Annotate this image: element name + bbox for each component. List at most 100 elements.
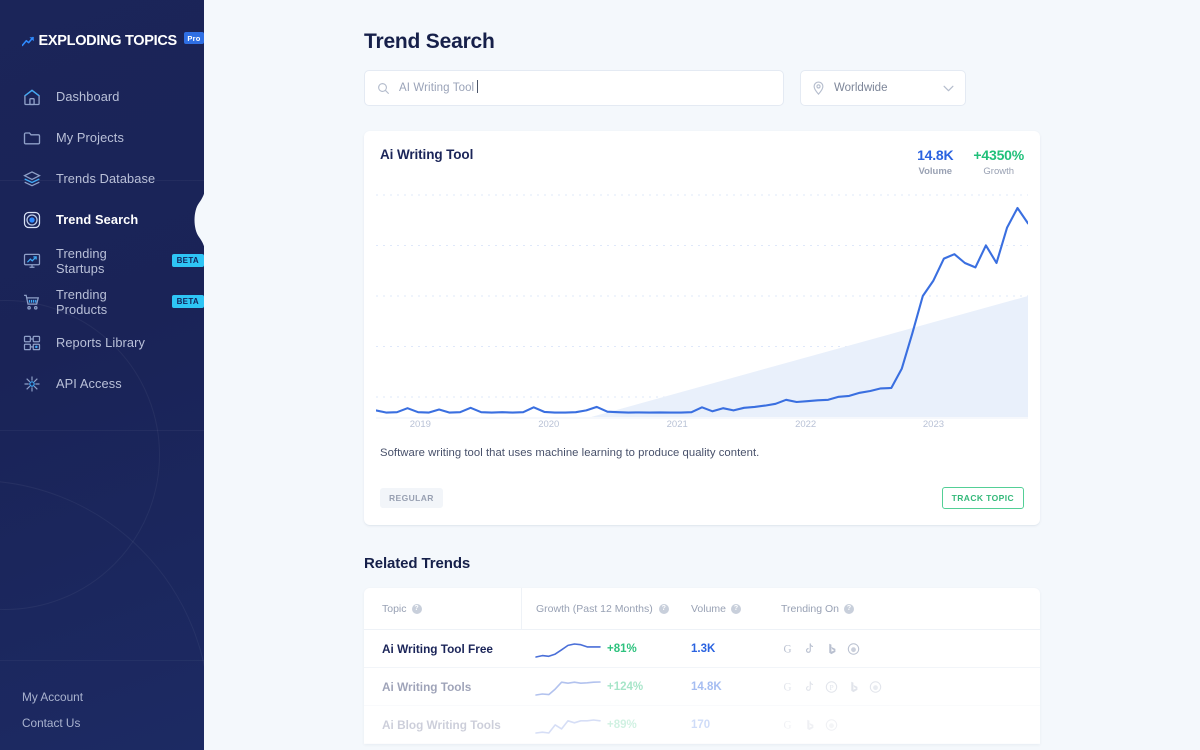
row-growth-value: +124% bbox=[607, 680, 644, 693]
beta-badge: BETA bbox=[171, 254, 204, 267]
help-icon[interactable]: ? bbox=[843, 603, 854, 614]
table-body: Ai Writing Tool Free +81% 1.3K G Ai Writing … bbox=[364, 630, 1040, 744]
brand-name: EXPLODING TOPICS bbox=[38, 33, 178, 49]
related-trends-title: Related Trends bbox=[364, 555, 471, 572]
column-header-growth[interactable]: Growth (Past 12 Months) ? bbox=[521, 588, 691, 630]
column-header-volume[interactable]: Volume ? bbox=[691, 603, 781, 615]
google-icon: G bbox=[783, 719, 791, 731]
row-platforms: G bbox=[781, 642, 1040, 656]
row-volume-value: 170 bbox=[691, 718, 711, 731]
sidebar-nav: Dashboard My Projects Trends Database Tr… bbox=[0, 76, 204, 404]
help-icon[interactable]: ? bbox=[658, 603, 669, 614]
status-badge: REGULAR bbox=[380, 488, 443, 508]
trend-arrow-icon bbox=[22, 36, 34, 46]
google-icon: G bbox=[783, 643, 791, 655]
x-tick-label: 2020 bbox=[538, 419, 560, 430]
map-pin-icon bbox=[813, 81, 824, 95]
svg-text:P: P bbox=[829, 683, 833, 692]
row-volume-value: 14.8K bbox=[691, 680, 722, 693]
svg-text:G: G bbox=[783, 681, 791, 693]
row-topic[interactable]: Ai Writing Tools bbox=[364, 680, 521, 694]
svg-text:G: G bbox=[783, 643, 791, 655]
reddit-icon bbox=[825, 718, 838, 731]
row-growth-cell: +124% bbox=[521, 676, 691, 698]
sparkline bbox=[535, 718, 601, 734]
sidebar-item-label: Reports Library bbox=[56, 335, 145, 350]
related-trends-table: Topic ? Growth (Past 12 Months) ? Volume… bbox=[364, 588, 1040, 744]
volume-stat: 14.8K Volume bbox=[917, 147, 954, 177]
track-topic-button[interactable]: TRACK TOPIC bbox=[941, 487, 1024, 509]
sidebar-item-label: Trend Search bbox=[56, 212, 139, 227]
reddit-icon bbox=[847, 642, 860, 655]
table-row[interactable]: Ai Writing Tool Free +81% 1.3K G bbox=[364, 630, 1040, 668]
sidebar-item-my-projects[interactable]: My Projects bbox=[0, 117, 204, 158]
main-content: Trend Search AI Writing Tool Worldwide A… bbox=[204, 0, 1200, 750]
x-tick-label: 2022 bbox=[795, 419, 817, 430]
projection-wedge bbox=[591, 296, 1028, 417]
tiktok-icon bbox=[805, 642, 814, 653]
column-label: Growth (Past 12 Months) bbox=[536, 602, 653, 615]
row-platforms: GP bbox=[781, 680, 1040, 694]
sidebar-item-api-access[interactable]: API Access bbox=[0, 363, 204, 404]
column-header-topic[interactable]: Topic ? bbox=[364, 603, 521, 615]
app-root: EXPLODING TOPICS Pro Dashboard My Projec… bbox=[0, 0, 1200, 750]
layers-icon bbox=[23, 170, 41, 186]
search-input[interactable]: AI Writing Tool bbox=[364, 70, 784, 106]
help-icon[interactable]: ? bbox=[411, 603, 422, 614]
trend-card-header: Ai Writing Tool 14.8K Volume +4350% Grow… bbox=[364, 131, 1040, 177]
sidebar-item-trending-products[interactable]: Trending Products BETA bbox=[0, 281, 204, 322]
sidebar-item-label: Trends Database bbox=[56, 171, 156, 186]
trend-description: Software writing tool that uses machine … bbox=[380, 447, 760, 459]
search-input-value: AI Writing Tool bbox=[399, 80, 479, 94]
trend-card: Ai Writing Tool 14.8K Volume +4350% Grow… bbox=[364, 131, 1040, 525]
sidebar-item-trending-startups[interactable]: Trending Startups BETA bbox=[0, 240, 204, 281]
trend-card-stats: 14.8K Volume +4350% Growth bbox=[917, 147, 1024, 177]
row-topic[interactable]: Ai Writing Tool Free bbox=[364, 642, 521, 656]
sidebar-item-label: API Access bbox=[56, 376, 122, 391]
sidebar-item-trend-search[interactable]: Trend Search bbox=[0, 193, 204, 247]
sidebar-link-my-account[interactable]: My Account bbox=[0, 684, 204, 710]
brand-logo[interactable]: EXPLODING TOPICS Pro bbox=[0, 0, 204, 58]
search-row: AI Writing Tool Worldwide bbox=[364, 70, 966, 106]
sidebar-item-label: Trending Startups bbox=[56, 245, 107, 276]
svg-text:G: G bbox=[783, 719, 791, 731]
sidebar-link-contact-us[interactable]: Contact Us bbox=[0, 710, 204, 736]
column-label: Topic bbox=[382, 602, 407, 615]
sidebar-item-reports-library[interactable]: Reports Library bbox=[0, 322, 204, 363]
column-label: Trending On bbox=[781, 602, 839, 615]
tiktok-icon bbox=[805, 680, 814, 691]
x-tick-label: 2021 bbox=[666, 419, 688, 430]
sparkline bbox=[535, 642, 601, 658]
bing-icon bbox=[807, 719, 814, 730]
row-growth-value: +89% bbox=[607, 718, 637, 731]
x-tick-label: 2023 bbox=[922, 419, 945, 430]
page-title: Trend Search bbox=[364, 30, 495, 53]
folder-icon bbox=[23, 131, 41, 144]
monitor-chart-icon bbox=[23, 253, 41, 268]
google-icon: G bbox=[783, 681, 791, 693]
chart-x-axis: 2019 2020 2021 2022 2023 bbox=[376, 419, 1028, 433]
location-select[interactable]: Worldwide bbox=[800, 70, 966, 106]
home-icon bbox=[24, 88, 40, 105]
row-platforms: G bbox=[781, 718, 1040, 732]
reddit-icon bbox=[869, 680, 882, 693]
beta-badge: BETA bbox=[171, 295, 204, 308]
reports-icon bbox=[23, 335, 41, 350]
trend-chart[interactable] bbox=[376, 187, 1028, 419]
table-row[interactable]: Ai Writing Tools +124% 14.8K G P bbox=[364, 668, 1040, 706]
table-row[interactable]: Ai Blog Writing Tools +89% 170 G bbox=[364, 706, 1040, 744]
target-icon bbox=[23, 211, 41, 228]
sidebar-item-dashboard[interactable]: Dashboard bbox=[0, 76, 204, 117]
growth-value: +4350% bbox=[973, 147, 1024, 163]
row-volume-value: 1.3K bbox=[691, 642, 716, 655]
growth-label: Growth bbox=[983, 166, 1015, 177]
pinterest-icon: P bbox=[825, 680, 838, 693]
sidebar-item-trends-database[interactable]: Trends Database bbox=[0, 158, 204, 199]
sidebar-item-label: My Projects bbox=[56, 130, 124, 145]
sidebar-footer: My Account Contact Us bbox=[0, 684, 204, 736]
row-topic[interactable]: Ai Blog Writing Tools bbox=[364, 718, 521, 732]
help-icon[interactable]: ? bbox=[731, 603, 742, 614]
row-growth-cell: +89% bbox=[521, 714, 691, 736]
trend-card-title: Ai Writing Tool bbox=[380, 147, 474, 162]
column-header-trending-on[interactable]: Trending On ? bbox=[781, 603, 1040, 615]
